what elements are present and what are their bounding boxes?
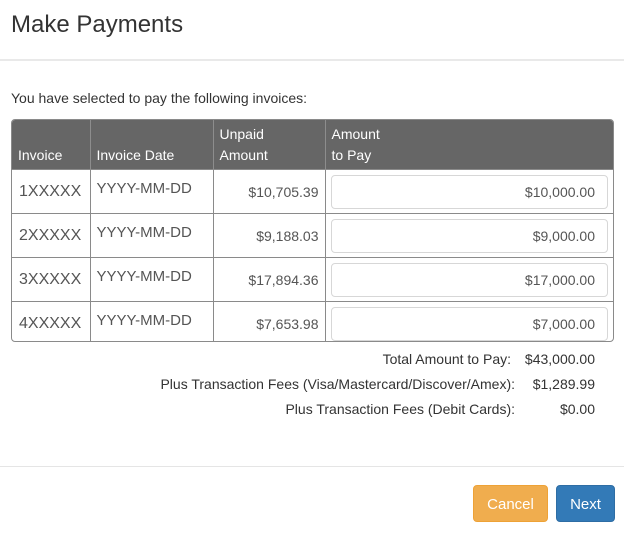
- summary-value: $43,000.00: [524, 351, 595, 367]
- unpaid-amount: $7,653.98: [213, 301, 326, 341]
- amount-to-pay-input[interactable]: [330, 218, 608, 253]
- amount-to-pay-cell: [325, 257, 613, 302]
- amount-to-pay-input[interactable]: [330, 174, 608, 209]
- cancel-button[interactable]: Cancel: [473, 485, 548, 522]
- amount-to-pay-cell: [325, 301, 613, 341]
- table-row: 1XXXXX YYYY-MM-DD $10,705.39: [12, 169, 613, 214]
- invoice-date: YYYY-MM-DD: [90, 257, 214, 302]
- invoice-date: YYYY-MM-DD: [90, 169, 214, 214]
- modal-footer: Cancel Next: [0, 466, 624, 545]
- unpaid-amount: $10,705.39: [213, 169, 326, 214]
- table-header-row: Invoice Invoice Date Unpaid Amount Amount…: [12, 120, 613, 170]
- invoice-number: 2XXXXX: [12, 213, 91, 258]
- unpaid-amount: $9,188.03: [213, 213, 326, 258]
- page-title: Make Payments: [11, 11, 184, 38]
- summary-total-row: Total Amount to Pay: $43,000.00: [160, 348, 595, 373]
- next-button[interactable]: Next: [556, 485, 615, 522]
- summary-label: Plus Transaction Fees (Debit Cards):: [285, 401, 515, 417]
- summary-value: $1,289.99: [532, 376, 595, 392]
- summary-value: $0.00: [559, 401, 595, 417]
- invoice-date: YYYY-MM-DD: [90, 301, 214, 341]
- summary-label: Total Amount to Pay:: [382, 351, 511, 367]
- column-header-invoice-date: Invoice Date: [90, 120, 214, 170]
- amount-to-pay-cell: [325, 213, 613, 258]
- amount-to-pay-cell: [325, 169, 613, 214]
- amount-to-pay-input[interactable]: [330, 262, 608, 297]
- invoice-number: 4XXXXX: [12, 301, 91, 341]
- invoices-table: Invoice Invoice Date Unpaid Amount Amount…: [11, 119, 614, 342]
- intro-text: You have selected to pay the following i…: [11, 90, 308, 106]
- table-row: 4XXXXX YYYY-MM-DD $7,653.98: [12, 301, 613, 341]
- amount-to-pay-input[interactable]: [330, 306, 608, 341]
- column-header-unpaid-amount: Unpaid Amount: [213, 120, 326, 170]
- table-row: 3XXXXX YYYY-MM-DD $17,894.36: [12, 257, 613, 302]
- unpaid-amount: $17,894.36: [213, 257, 326, 302]
- invoice-number: 3XXXXX: [12, 257, 91, 302]
- column-header-invoice: Invoice: [12, 120, 91, 170]
- invoice-date: YYYY-MM-DD: [90, 213, 214, 258]
- table-row: 2XXXXX YYYY-MM-DD $9,188.03: [12, 213, 613, 258]
- column-header-amount-to-pay: Amount to Pay: [325, 120, 613, 170]
- summary-credit-fee-row: Plus Transaction Fees (Visa/Mastercard/D…: [160, 373, 595, 398]
- summary-debit-fee-row: Plus Transaction Fees (Debit Cards): $0.…: [160, 398, 595, 423]
- summary-label: Plus Transaction Fees (Visa/Mastercard/D…: [160, 376, 515, 392]
- modal-header: Make Payments: [0, 0, 624, 61]
- invoice-number: 1XXXXX: [12, 169, 91, 214]
- payment-summary: Total Amount to Pay: $43,000.00 Plus Tra…: [160, 348, 595, 423]
